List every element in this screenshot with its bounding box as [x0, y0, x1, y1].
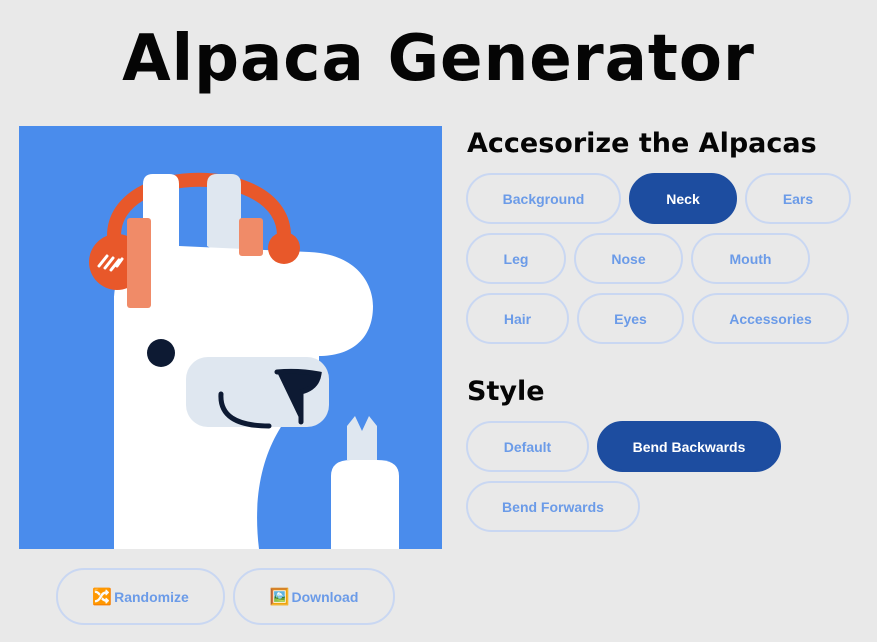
- page-title: Alpaca Generator: [122, 22, 755, 96]
- style-default-button[interactable]: Default: [466, 421, 589, 472]
- alpaca-image: [89, 172, 399, 549]
- accessory-ears-button[interactable]: Ears: [745, 173, 851, 224]
- accessory-accessories-button[interactable]: Accessories: [692, 293, 849, 344]
- accessory-nose-button[interactable]: Nose: [574, 233, 683, 284]
- randomize-button[interactable]: 🔀 Randomize: [56, 568, 225, 625]
- accessory-mouth-button[interactable]: Mouth: [691, 233, 810, 284]
- alpaca-preview: [19, 126, 442, 549]
- style-heading: Style: [467, 376, 545, 407]
- left-cup-pad: [127, 218, 151, 308]
- style-bend-forwards-button[interactable]: Bend Forwards: [466, 481, 640, 532]
- accessory-hair-button[interactable]: Hair: [466, 293, 569, 344]
- accessory-neck-button[interactable]: Neck: [629, 173, 737, 224]
- alpaca-hoof: [347, 416, 377, 460]
- randomize-label: Randomize: [114, 588, 189, 605]
- right-ear-cup: [268, 232, 300, 264]
- shuffle-icon: 🔀: [92, 587, 113, 606]
- alpaca-eye: [147, 339, 175, 367]
- style-bend-backwards-button[interactable]: Bend Backwards: [597, 421, 781, 472]
- alpaca-head: [114, 246, 373, 356]
- accessorize-heading: Accesorize the Alpacas: [467, 128, 817, 159]
- right-cup-pad: [239, 218, 263, 256]
- accessory-eyes-button[interactable]: Eyes: [577, 293, 684, 344]
- accessory-leg-button[interactable]: Leg: [466, 233, 566, 284]
- download-label: Download: [291, 588, 359, 605]
- alpaca-leg: [331, 460, 399, 549]
- picture-icon: 🖼️: [269, 587, 290, 606]
- download-button[interactable]: 🖼️ Download: [233, 568, 395, 625]
- accessory-background-button[interactable]: Background: [466, 173, 621, 224]
